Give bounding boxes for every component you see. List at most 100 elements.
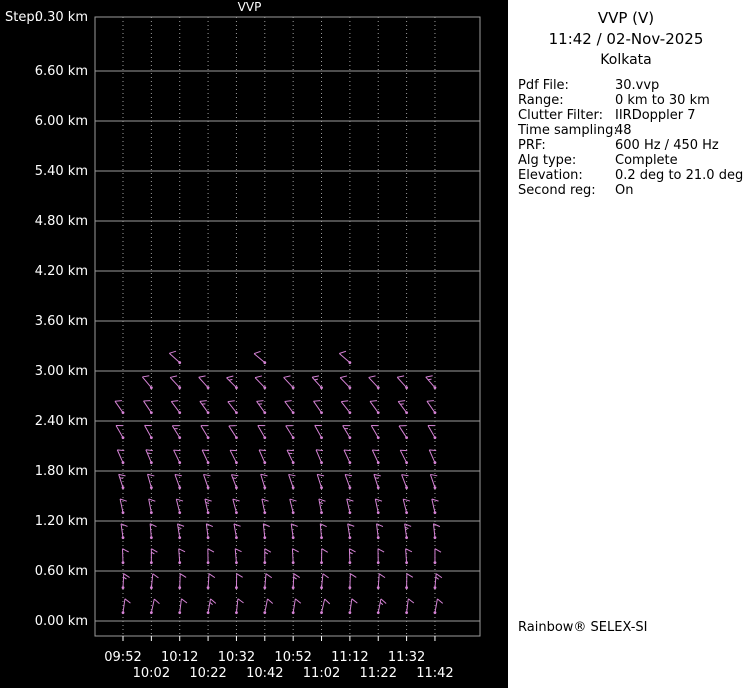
wind-barb-origin [291, 436, 295, 440]
wind-barb-origin [149, 411, 153, 415]
wind-barb-origin [376, 386, 380, 390]
wind-barb-origin [433, 611, 437, 615]
wind-barb-origin [149, 586, 153, 590]
wind-barb-origin [235, 536, 238, 540]
wind-barb-tick [369, 400, 378, 402]
wind-barb-origin [433, 586, 437, 590]
wind-barb-origin [178, 536, 182, 540]
wind-barb-origin [121, 561, 125, 565]
y-axis-label: 4.80 km [35, 214, 88, 229]
wind-barb-origin [263, 511, 267, 515]
x-axis-time-label: 11:02 [303, 666, 340, 681]
wind-barb-origin [235, 561, 238, 565]
panel-footer-brand: Rainbow® SELEX-SI [518, 620, 648, 635]
y-axis-label: 3.60 km [35, 314, 88, 329]
wind-barb-origin [178, 361, 182, 365]
wind-barb-origin [291, 486, 295, 490]
wind-barb-origin [376, 536, 380, 540]
wind-barb-origin [206, 486, 210, 490]
wind-barb-origin [263, 411, 267, 415]
wind-barb-tick [114, 400, 122, 402]
wind-barb-origin [149, 561, 153, 565]
wind-barb-origin [433, 486, 437, 490]
wind-barb-tick [343, 449, 351, 452]
wind-barb-origin [206, 586, 210, 590]
y-axis-step-value: 0.30 km [35, 10, 88, 25]
wind-barb-origin [178, 386, 182, 390]
x-axis-time-label: 11:12 [331, 650, 368, 665]
wind-barb-origin [433, 436, 437, 440]
field-value: 0.2 deg to 21.0 deg [615, 168, 744, 183]
field-label: Second reg: [518, 183, 596, 198]
wind-barb-origin [376, 436, 380, 440]
wind-barb-origin [121, 511, 125, 515]
field-label: PRF: [518, 138, 546, 153]
wind-barb-origin [263, 361, 267, 365]
wind-barb-origin [376, 586, 380, 590]
wind-barb-origin [121, 486, 125, 490]
field-row-time-sampling: Time sampling: 48 [518, 123, 744, 138]
field-label: Range: [518, 93, 564, 108]
field-row-prf: PRF: 600 Hz / 450 Hz [518, 138, 744, 153]
wind-barb-origin [376, 461, 380, 465]
x-axis-time-label: 10:22 [189, 666, 226, 681]
wind-barb-origin [149, 611, 153, 615]
wind-barb-origin [206, 611, 210, 615]
wind-barb-origin [348, 486, 352, 490]
wind-barb-origin [206, 436, 210, 440]
wind-barb-origin [291, 511, 295, 515]
wind-barb-origin [291, 611, 295, 615]
wind-barb-origin [263, 586, 267, 590]
wind-barb-tick [173, 449, 181, 452]
wind-barb-origin [235, 586, 238, 590]
x-axis-time-label: 11:42 [416, 666, 453, 681]
wind-barb-origin [320, 486, 323, 490]
x-axis-time-label: 10:42 [246, 666, 283, 681]
wind-barb-origin [348, 511, 352, 515]
wind-barb-origin [235, 436, 238, 440]
wind-barb-origin [320, 536, 323, 540]
wind-barb-origin [263, 386, 267, 390]
y-axis-label: 6.00 km [35, 114, 88, 129]
y-axis-label: 3.00 km [35, 364, 88, 379]
wind-barb-origin [178, 611, 182, 615]
wind-barb-origin [433, 536, 437, 540]
wind-barb-origin [235, 386, 238, 390]
wind-barb-origin [348, 611, 352, 615]
wind-barb-origin [433, 561, 437, 565]
panel-title: VVP (V) [597, 9, 655, 27]
field-label: Time sampling: [518, 123, 618, 138]
y-axis-label: 0.00 km [35, 614, 88, 629]
wind-barb-half-tick [232, 477, 237, 479]
wind-barb-tick [199, 400, 207, 402]
wind-barb-origin [291, 536, 295, 540]
wind-barb-origin [348, 386, 352, 390]
field-label: Alg type: [518, 153, 577, 168]
wind-barb-origin [376, 486, 380, 490]
y-axis-label: 1.20 km [35, 514, 88, 529]
field-row-alg-type: Alg type: Complete [518, 153, 744, 168]
wind-barb-origin [405, 561, 408, 565]
wind-barb-origin [320, 561, 323, 565]
chart-background [0, 0, 508, 688]
wind-barb-half-tick [314, 378, 319, 381]
field-value: 600 Hz / 450 Hz [615, 138, 719, 153]
field-value: 48 [615, 123, 632, 138]
wind-barb-origin [235, 486, 238, 490]
wind-barb-origin [320, 611, 323, 615]
wind-barb-origin [178, 561, 182, 565]
field-row-second-reg: Second reg: On [518, 183, 744, 198]
field-value: Complete [615, 153, 678, 168]
wind-barb-origin [235, 461, 238, 465]
field-value: 0 km to 30 km [615, 93, 710, 108]
y-axis-label: 6.60 km [35, 64, 88, 79]
wind-barb-origin [376, 611, 380, 615]
wind-barb-origin [405, 461, 408, 465]
wind-barb-origin [433, 511, 437, 515]
wind-barb-origin [149, 536, 153, 540]
wind-barb-origin [405, 536, 408, 540]
panel-location: Kolkata [600, 52, 652, 68]
wind-barb-origin [405, 411, 408, 415]
y-axis-label: 4.20 km [35, 264, 88, 279]
x-axis-time-label: 10:52 [274, 650, 311, 665]
